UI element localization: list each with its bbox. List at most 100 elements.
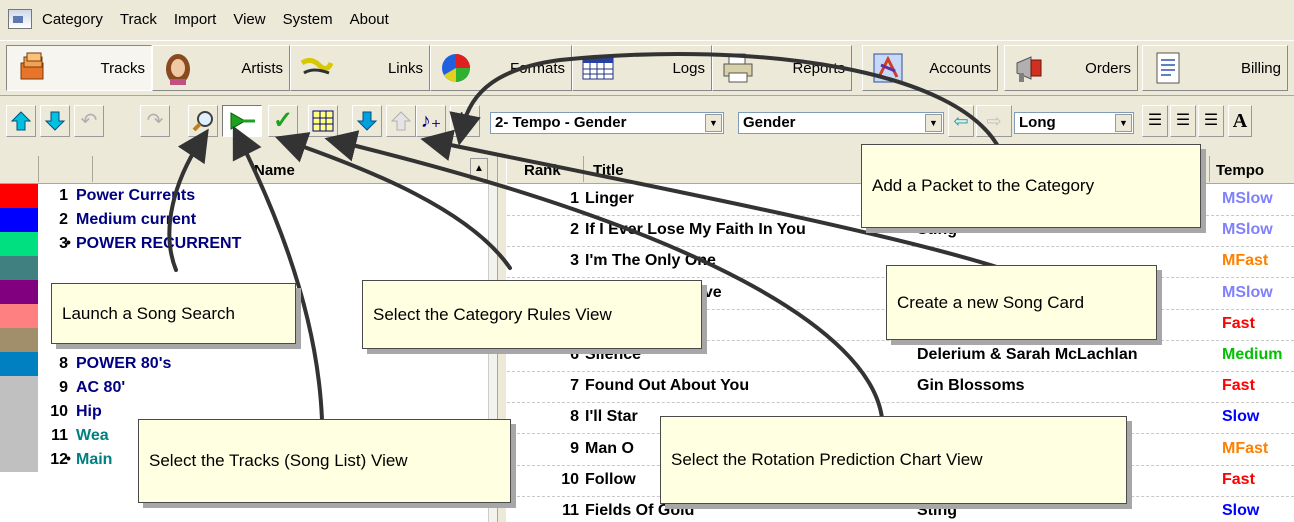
align-left-icon: ☰ [1147,112,1163,129]
category-color-swatch [0,280,38,304]
add-packet-button[interactable]: ↳ [450,105,480,137]
move-up-disabled-button[interactable] [386,105,416,137]
grid-icon [312,110,334,132]
name-column-header[interactable]: Name [254,162,295,179]
callout-text: Create a new Song Card [897,292,1085,312]
tab-formats[interactable]: Formats [430,45,572,91]
category-row[interactable]: 2 Medium current [0,208,488,232]
rules-view-value: 2- Tempo - Gender [495,114,627,131]
length-select[interactable]: Long ▼ [1014,112,1134,134]
invoice-icon [1156,52,1180,84]
rank-column-header[interactable]: Rank [524,162,561,179]
tracks-view-button[interactable] [222,105,262,137]
rank-cell: 11 [562,502,579,519]
menu-import[interactable]: Import [174,11,217,28]
app-icon[interactable] [8,9,32,29]
menu-category[interactable]: Category [42,11,103,28]
category-list-header: Name ▲ [0,154,497,184]
calendar-grid-icon [582,56,614,80]
category-name: AC 80' [76,379,126,396]
tab-logs[interactable]: Logs [572,45,712,91]
redo-button[interactable]: ↷ [140,105,170,137]
callout-text: Launch a Song Search [62,303,235,323]
rank-cell: 1 [570,190,579,207]
module-tab-bar: Tracks Artists Links Formats Logs Report… [0,40,1294,96]
nav-back-button[interactable]: ⇦ [948,105,974,137]
arrow-down-icon [356,111,378,131]
chevron-down-icon[interactable]: ▼ [705,114,722,132]
callout-add-packet: Add a Packet to the Category [861,144,1201,228]
song-search-button[interactable] [188,105,218,137]
tab-accounts[interactable]: Accounts [862,45,998,91]
rank-cell: 3 [570,252,579,270]
chevron-down-icon[interactable]: ▼ [1115,114,1132,132]
artist-cell: Delerium & Sarah McLachlan [917,346,1138,363]
scroll-up-icon[interactable]: ▲ [470,158,488,180]
table-row[interactable]: 7 Found Out About You Gin Blossoms Fast [507,371,1294,404]
font-button[interactable]: A [1228,105,1252,137]
font-label: A [1232,110,1248,132]
tempo-cell: MFast [1222,439,1269,457]
callout-rotation-chart: Select the Rotation Prediction Chart Vie… [660,416,1127,504]
rotation-chart-button[interactable] [308,105,338,137]
title-cell: Follow [585,470,636,488]
new-song-card-button[interactable]: ♪₊ [416,105,446,137]
category-row[interactable] [0,256,488,280]
category-number: 2 [59,211,68,228]
category-row[interactable]: 8 POWER 80's [0,352,488,376]
category-rules-button[interactable]: ✓ [268,105,298,137]
tab-links[interactable]: Links [290,45,430,91]
move-down-button[interactable] [40,105,70,137]
tab-reports[interactable]: Reports [712,45,852,91]
tab-label: Billing [1240,59,1281,77]
arrow-right-icon: ⇨ [986,111,1002,131]
tab-artists[interactable]: Artists [152,45,290,91]
menu-system[interactable]: System [283,11,333,28]
tempo-column-header[interactable]: Tempo [1216,162,1264,179]
align-right-button[interactable]: ☰ [1198,105,1224,137]
field-select[interactable]: Gender ▼ [738,112,944,134]
category-color-swatch [0,352,38,376]
title-column-header[interactable]: Title [593,162,624,179]
align-left-button[interactable]: ☰ [1142,105,1168,137]
move-bottom-button[interactable] [352,105,382,137]
category-row[interactable]: 1 Power Currents [0,184,488,208]
move-top-button[interactable] [6,105,36,137]
align-right-icon: ☰ [1203,112,1219,129]
category-color-swatch [0,400,38,424]
callout-tracks-view: Select the Tracks (Song List) View [138,419,511,503]
category-number: 8 [59,355,68,372]
title-cell: Man O [585,439,634,457]
menu-track[interactable]: Track [120,11,157,28]
undo-button[interactable]: ↶ [74,105,104,137]
callout-text: Select the Category Rules View [373,304,612,324]
nav-forward-button[interactable]: ⇨ [976,105,1012,137]
tab-label: Tracks [100,59,145,77]
align-center-button[interactable]: ☰ [1170,105,1196,137]
callout-text: Add a Packet to the Category [872,176,1095,195]
tab-billing[interactable]: Billing [1142,45,1288,91]
rank-cell: 8 [570,408,579,426]
menu-about[interactable]: About [350,11,389,28]
category-row[interactable]: 3 • POWER RECURRENT [0,232,488,256]
category-rule-marker: • [66,234,71,250]
tempo-cell: Slow [1222,502,1260,519]
category-number: 9 [59,379,68,396]
tab-orders[interactable]: Orders [1004,45,1138,91]
tempo-cell: Fast [1222,470,1255,488]
magnifier-icon [192,111,213,132]
callout-song-search: Launch a Song Search [51,283,296,344]
printer-icon [723,53,753,83]
rules-view-select[interactable]: 2- Tempo - Gender ▼ [490,112,724,134]
pie-chart-icon [442,54,470,82]
category-color-swatch [0,208,38,232]
align-center-icon: ☰ [1175,112,1191,129]
tab-tracks[interactable]: Tracks [6,45,152,91]
category-color-swatch [0,184,38,208]
chevron-down-icon[interactable]: ▼ [925,114,942,132]
callout-text: Select the Rotation Prediction Chart Vie… [671,450,983,469]
artist-cell: Sting [917,502,957,519]
category-name: Main [76,451,113,468]
category-row[interactable]: 9 AC 80' [0,376,488,400]
menu-view[interactable]: View [233,11,265,28]
